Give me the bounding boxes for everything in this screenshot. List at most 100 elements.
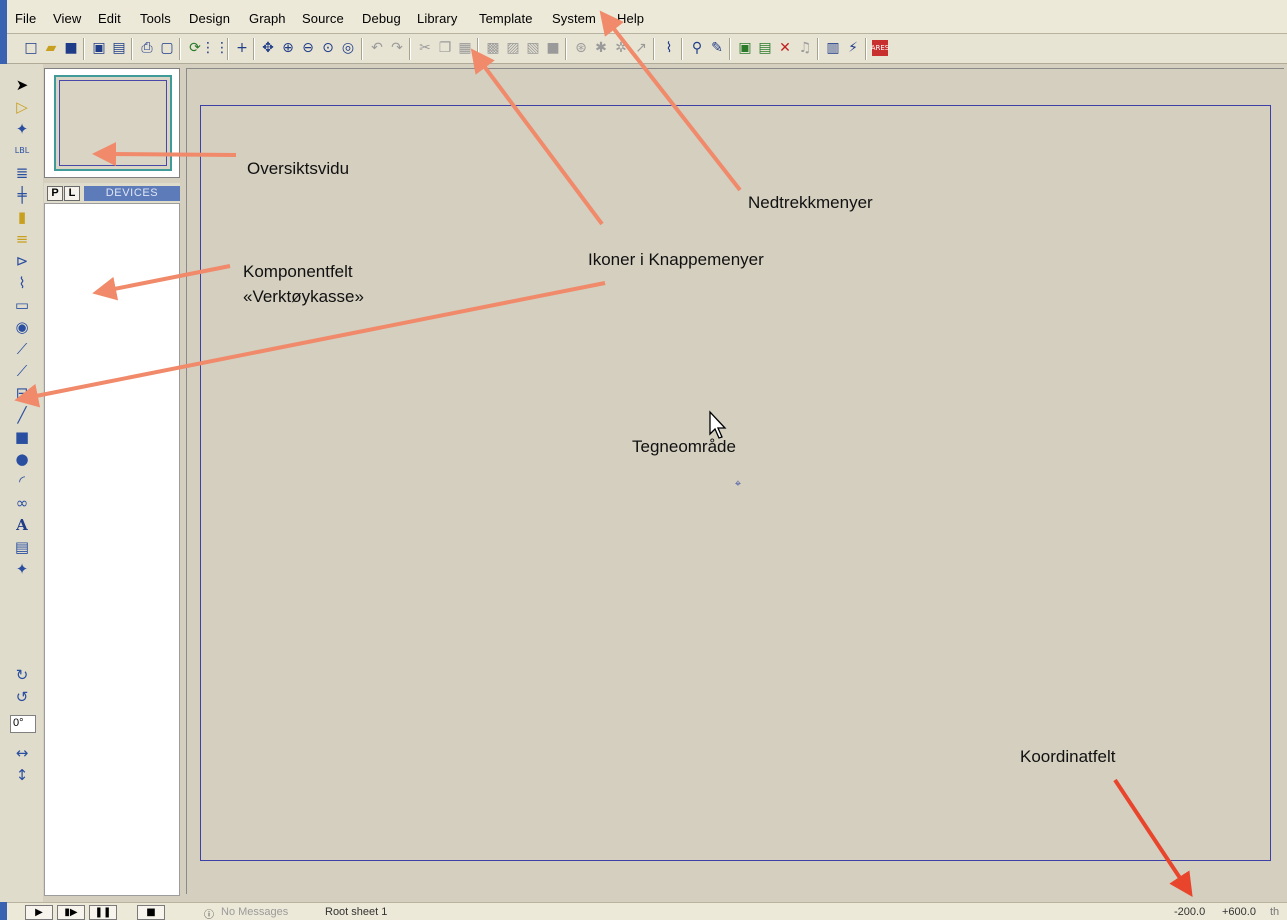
step-button[interactable]: ▮▶ [57,905,85,920]
messages-status[interactable]: No Messages [221,906,288,918]
make-device-icon[interactable]: ✱ [592,39,610,57]
overview-window[interactable] [44,68,180,178]
menu-view[interactable]: View [53,11,81,26]
save-icon[interactable]: ■ [62,39,80,57]
pause-button[interactable]: ❚❚ [89,905,117,920]
ares-icon[interactable]: ARES [871,40,889,56]
overview-view-rect [59,80,167,166]
export-icon[interactable]: ▤ [110,39,128,57]
text-icon[interactable]: A [11,514,33,536]
pick-devices-button[interactable]: P [47,186,63,201]
print-area-icon[interactable]: ▢ [158,39,176,57]
pan-icon[interactable]: ✥ [259,39,277,57]
menu-edit[interactable]: Edit [98,11,121,26]
zoom-area-icon[interactable]: ◎ [339,39,357,57]
electrical-rule-icon[interactable]: ⚡ [844,39,862,57]
decompose-icon[interactable]: ↗ [632,39,650,57]
open-folder-icon[interactable]: ▰ [42,39,60,57]
menu-library[interactable]: Library [417,11,457,26]
arc-icon[interactable]: ◜ [11,470,33,492]
generator-icon[interactable]: ◉ [11,316,33,338]
zoom-out-icon[interactable]: ⊖ [299,39,317,57]
menu-source[interactable]: Source [302,11,344,26]
pick-device-icon[interactable]: ⊛ [572,39,590,57]
search-tag-icon[interactable]: ⚲ [688,39,706,57]
coord-unit: th [1270,906,1280,918]
select-icon[interactable]: ➤ [11,74,33,96]
wire-autorouter-icon[interactable]: ⌇ [660,39,678,57]
menu-file[interactable]: File [15,11,36,26]
menu-system[interactable]: System [552,11,596,26]
cut-icon[interactable]: ✂ [416,39,434,57]
library-manager-button[interactable]: L [64,186,80,201]
annotation-coordinate-field: Koordinatfelt [1020,747,1116,766]
bom-icon[interactable]: ▥ [824,39,842,57]
menu-template[interactable]: Template [479,11,533,26]
toolbar: □ ▰ ■ ▣ ▤ ⎙ ▢ ⟳ ⋮⋮ + ✥ ⊕ ⊖ ⊙ ◎ ↶ ↷ ✂ ❐ ▦… [0,34,1287,64]
menu-design[interactable]: Design [189,11,230,26]
drawing-canvas[interactable]: ⌖ [186,68,1284,894]
rotate-ccw-icon[interactable]: ↺ [11,686,33,708]
buses-icon[interactable]: ╪ [11,184,33,206]
terminals-icon[interactable]: ≡ [11,228,33,250]
design-explorer-icon[interactable]: ▣ [736,39,754,57]
annotation-dropdown-menus: Nedtrekkmenyer [748,193,873,212]
subcircuit-icon[interactable]: ▮ [11,206,33,228]
wire-label-icon[interactable]: LBL [11,140,33,162]
coord-y: +600.0 [1222,906,1256,918]
rotate-cw-icon[interactable]: ↻ [11,664,33,686]
undo-icon[interactable]: ↶ [368,39,386,57]
zoom-in-icon[interactable]: ⊕ [279,39,297,57]
new-file-icon[interactable]: □ [22,39,40,57]
import-icon[interactable]: ▣ [90,39,108,57]
menu-tools[interactable]: Tools [140,11,171,26]
box-icon[interactable]: ■ [11,426,33,448]
mirror-y-icon[interactable]: ↕ [11,764,33,786]
origin-icon[interactable]: + [233,39,251,57]
block-delete-icon[interactable]: ■ [544,39,562,57]
info-icon: ⓘ [204,910,214,920]
new-sheet-icon[interactable]: ▤ [756,39,774,57]
status-bar: ▶ ▮▶ ❚❚ ■ ⓘ No Messages Root sheet 1 -20… [7,902,1287,920]
paste-icon[interactable]: ▦ [456,39,474,57]
marker-icon[interactable]: ✦ [11,558,33,580]
copy-icon[interactable]: ❐ [436,39,454,57]
origin-marker: ⌖ [734,477,742,490]
block-move-icon[interactable]: ▨ [504,39,522,57]
voltage-probe-icon[interactable]: ⟋ [11,338,33,360]
text-script-icon[interactable]: ≣ [11,162,33,184]
virtual-instruments-icon[interactable]: ⊟ [11,382,33,404]
overview-sheet-preview [54,75,172,171]
annotation-component-field: Komponentfelt [243,262,353,281]
redo-icon[interactable]: ↷ [388,39,406,57]
junction-icon[interactable]: ✦ [11,118,33,140]
play-button[interactable]: ▶ [25,905,53,920]
line-icon[interactable]: ╱ [11,404,33,426]
goto-sheet-icon[interactable]: ♫ [796,39,814,57]
path-icon[interactable]: ∞ [11,492,33,514]
zoom-all-icon[interactable]: ⊙ [319,39,337,57]
block-rotate-icon[interactable]: ▧ [524,39,542,57]
print-icon[interactable]: ⎙ [138,39,156,57]
component-icon[interactable]: ▷ [11,96,33,118]
menu-graph[interactable]: Graph [249,11,286,26]
menu-help[interactable]: Help [617,11,644,26]
stop-button[interactable]: ■ [137,905,165,920]
device-pins-icon[interactable]: ⊳ [11,250,33,272]
circle-icon[interactable]: ● [11,448,33,470]
menu-debug[interactable]: Debug [362,11,401,26]
graph-icon[interactable]: ⌇ [11,272,33,294]
packaging-icon[interactable]: ✲ [612,39,630,57]
device-list[interactable] [44,203,180,896]
symbol-icon[interactable]: ▤ [11,536,33,558]
rotation-angle-input[interactable]: 0° [10,715,36,733]
mirror-x-icon[interactable]: ↔ [11,742,33,764]
device-selector-header: P L DEVICES [44,183,180,203]
tape-recorder-icon[interactable]: ▭ [11,294,33,316]
property-assign-icon[interactable]: ✎ [708,39,726,57]
block-copy-icon[interactable]: ▩ [484,39,502,57]
grid-icon[interactable]: ⋮⋮ [201,39,229,57]
annotation-toolbar-icons: Ikoner i Knappemenyer [588,250,764,269]
remove-sheet-icon[interactable]: ✕ [776,39,794,57]
current-probe-icon[interactable]: ⟋ [11,360,33,382]
